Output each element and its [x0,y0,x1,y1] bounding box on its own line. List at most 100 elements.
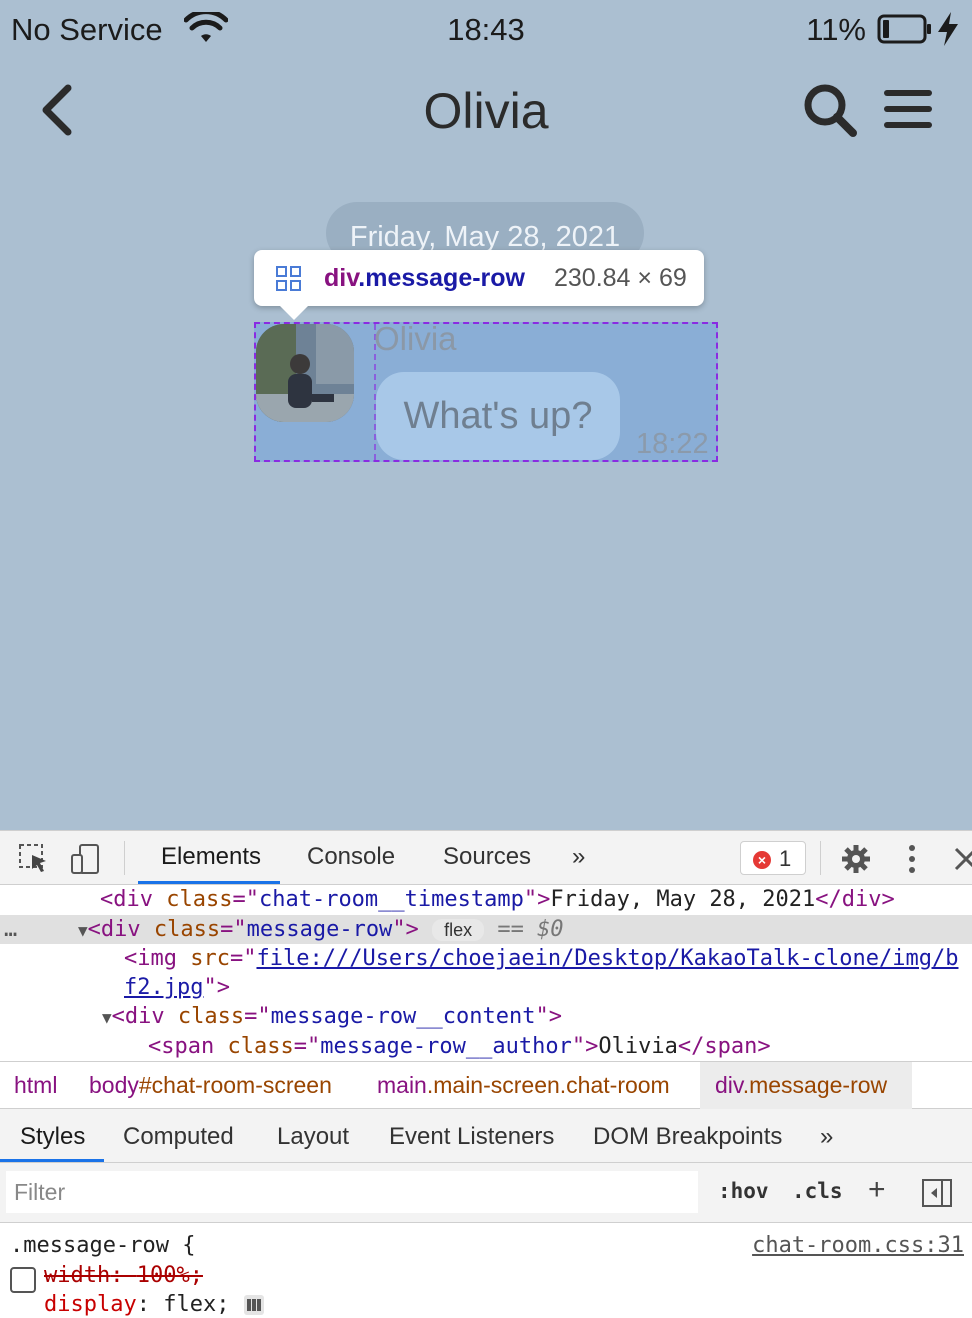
crumb-rest: .main-screen.chat-room [426,1072,670,1098]
dom-punct: =" [232,887,259,912]
css-source-link[interactable]: chat-room.css:31 [752,1233,964,1258]
tab-console[interactable]: Console [307,843,395,871]
breadcrumb-item-body[interactable]: body#chat-room-screen [89,1072,332,1099]
dom-attr: class [227,1034,294,1059]
more-subtabs-button[interactable]: » [820,1123,833,1151]
message-time: 18:22 [636,428,709,460]
sidebar-toggle-icon[interactable] [922,1179,952,1207]
dom-node-content[interactable]: ▼<div class="message-row__content"> [0,1002,972,1031]
dom-node-timestamp[interactable]: <div class="chat-room__timestamp">Friday… [0,885,972,914]
breadcrumb-item-html[interactable]: html [14,1072,57,1099]
dom-punct: "> [523,887,551,912]
hov-toggle[interactable]: :hov [718,1179,769,1203]
crumb-tag: html [14,1072,58,1098]
dom-tag-close: </span> [677,1034,771,1059]
menu-icon[interactable] [884,88,932,130]
css-selector: .message-row [10,1233,169,1258]
expand-triangle-icon[interactable]: ▼ [78,921,88,940]
dom-node-img[interactable]: <img src="file:///Users/choejaein/Deskto… [0,944,972,973]
css-property: display [44,1292,137,1317]
dom-punct: "> [571,1034,599,1059]
styles-subtabs: Styles Computed Layout Event Listeners D… [0,1109,972,1163]
dom-node-img-cont: f2.jpg"> [0,973,972,1002]
tab-styles[interactable]: Styles [20,1123,85,1151]
avatar-photo [256,324,354,422]
dom-punct: "> [535,1004,563,1029]
tooltip-dimensions: 230.84 × 69 [554,264,687,292]
battery-icon [877,14,931,44]
dom-node-author[interactable]: <span class="message-row__author">Olivia… [0,1032,972,1061]
toolbar-separator [124,841,125,875]
dom-tree: <div class="chat-room__timestamp">Friday… [0,885,972,1061]
search-icon[interactable] [802,82,858,138]
dom-punct: =" [293,1034,321,1059]
css-declaration-display[interactable]: display: flex; [44,1292,265,1317]
error-icon: × [753,851,771,869]
new-style-rule-button[interactable]: + [868,1173,886,1207]
status-bar: No Service 18:43 11% [0,0,972,58]
tab-layout[interactable]: Layout [277,1123,349,1151]
css-declaration-width[interactable]: width: 100%; [44,1263,203,1288]
dom-punct: "> [203,975,230,1000]
css-selector-line[interactable]: .message-row { [10,1233,195,1258]
grid-icon [276,266,301,291]
breadcrumb-item-div[interactable]: div.message-row [715,1072,887,1099]
more-tabs-button[interactable]: » [572,843,585,871]
dom-tag: <div [87,917,154,942]
filter-input[interactable] [6,1171,698,1213]
error-counter[interactable]: × 1 [740,841,806,875]
tooltip-selector: div.message-row [324,264,525,293]
gear-icon[interactable] [840,843,872,875]
chat-header: Olivia [0,62,972,162]
declaration-checkbox[interactable] [10,1267,36,1293]
crumb-rest: #chat-room-screen [138,1072,332,1098]
breadcrumb: html body#chat-room-screen main.main-scr… [0,1061,972,1109]
kebab-icon[interactable] [896,843,928,875]
charging-bolt-icon [938,12,958,46]
devtools-panel: Elements Console Sources » × 1 <div clas… [0,830,972,1318]
dom-attr-value: chat-room__timestamp [258,887,524,912]
crumb-tag: body [89,1072,139,1098]
dom-attr: class [153,917,221,942]
close-icon[interactable] [950,843,972,875]
dom-attr: src [190,946,230,971]
tab-elements[interactable]: Elements [161,843,261,871]
flex-editor-icon[interactable] [243,1294,265,1316]
css-brace: { [168,1233,196,1258]
css-property: width [44,1263,111,1288]
breadcrumb-item-main[interactable]: main.main-screen.chat-room [377,1072,670,1099]
dom-node-message-row[interactable]: … ▼<div class="message-row"> flex == $0 [0,915,972,944]
console-ref: == $0 [497,917,564,942]
tooltip-class: .message-row [358,264,526,292]
avatar[interactable] [256,324,354,422]
dom-text: Olivia [598,1034,678,1059]
inspect-cursor-icon[interactable] [18,843,50,875]
dom-node-menu[interactable]: … [4,915,17,944]
active-tab-indicator [138,881,280,884]
error-count: 1 [779,846,792,871]
dom-attr-value: message-row__content [270,1004,536,1029]
dom-src-link[interactable]: file:///Users/choejaein/Desktop/KakaoTal… [256,946,958,971]
dom-src-link[interactable]: f2.jpg [124,975,203,1000]
dom-tag: <div [111,1004,178,1029]
toolbar-separator [820,841,821,875]
tab-event-listeners[interactable]: Event Listeners [389,1123,554,1151]
dom-tag: <div [100,887,167,912]
device-toggle-icon[interactable] [70,843,102,875]
cls-toggle[interactable]: .cls [792,1179,843,1203]
dom-attr: class [166,887,233,912]
tab-computed[interactable]: Computed [123,1123,234,1151]
tab-sources[interactable]: Sources [443,843,531,871]
dom-punct: =" [220,917,247,942]
dom-text: Friday, May 28, 2021 [550,887,816,912]
message-bubble[interactable]: What's up? [376,372,620,460]
dom-tag-close: </div> [815,887,895,912]
flex-badge[interactable]: flex [432,919,485,941]
expand-triangle-icon[interactable]: ▼ [102,1008,112,1027]
crumb-tag: main [377,1072,427,1098]
dom-tag: <span [148,1034,228,1059]
css-rule-message-row: .message-row { chat-room.css:31 width: 1… [0,1223,972,1318]
crumb-rest: .message-row [742,1072,888,1098]
tab-dom-breakpoints[interactable]: DOM Breakpoints [593,1123,782,1151]
styles-filter-bar: :hov .cls + [0,1163,972,1223]
